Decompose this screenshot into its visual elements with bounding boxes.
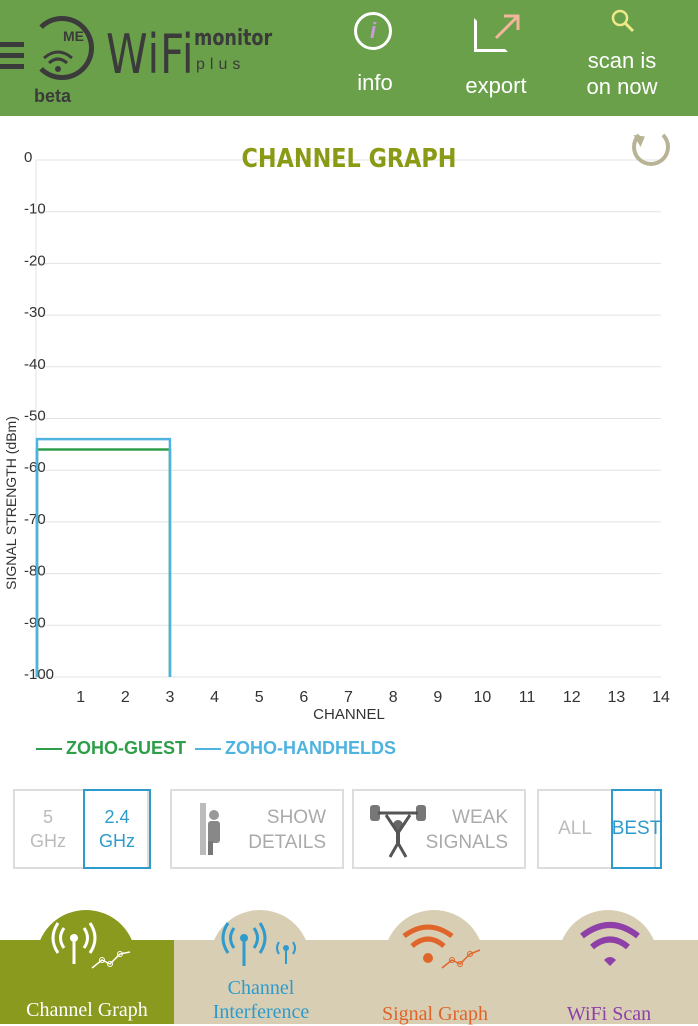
legend-swatch-guest xyxy=(36,748,62,751)
logo-monitor: monitor xyxy=(194,26,273,51)
x-tick-label: 10 xyxy=(474,689,492,706)
x-tick-label: 8 xyxy=(389,689,398,706)
menu-icon[interactable] xyxy=(0,42,24,72)
y-tick-label: -40 xyxy=(24,356,46,373)
y-tick-labels: 0 -10 -20 -30 -40 -50 -60 -70 -80 -90 -100 xyxy=(24,149,54,683)
search-icon xyxy=(611,9,635,33)
x-tick-label: 9 xyxy=(433,689,442,706)
x-tick-label: 6 xyxy=(299,689,308,706)
y-axis-label: SIGNAL STRENGTH (dBm) xyxy=(3,416,19,590)
scan-button[interactable]: scan is on now xyxy=(570,0,674,116)
interference-icon xyxy=(221,922,296,966)
y-tick-label: -30 xyxy=(24,304,46,321)
y-tick-label: 0 xyxy=(24,149,32,166)
y-tick-label: -90 xyxy=(24,614,46,631)
logo-wifi: WiFi xyxy=(106,23,195,86)
y-tick-label: -20 xyxy=(24,252,46,269)
x-tick-label: 13 xyxy=(607,689,625,706)
y-tick-label: -60 xyxy=(24,459,46,476)
weightlifter-icon xyxy=(370,805,426,858)
y-tick-label: -80 xyxy=(24,563,46,580)
chart-series xyxy=(35,437,172,677)
info-label: info xyxy=(357,70,393,95)
band-24ghz-button[interactable]: 2.4 GHz xyxy=(83,789,151,869)
weak-signals-label: WEAK SIGNALS xyxy=(425,807,508,853)
series-zoho-handhelds xyxy=(35,437,172,677)
legend-guest: ZOHO-GUEST xyxy=(66,738,186,758)
show-details-button[interactable]: SHOW DETAILS xyxy=(170,789,344,869)
tab-wifi-scan-label: WiFi Scan xyxy=(566,1003,652,1025)
signal-graph-icon xyxy=(402,924,481,969)
chart-title: CHANNEL GRAPH xyxy=(241,142,456,173)
x-tick-labels: 1 2 3 4 5 6 7 8 9 10 11 12 13 14 xyxy=(76,689,670,706)
y-tick-label: -70 xyxy=(24,511,46,528)
band-5ghz-button[interactable]: 5 GHz xyxy=(15,791,81,867)
band-selector: 5 GHz 2.4 GHz xyxy=(13,789,151,869)
x-tick-label: 2 xyxy=(121,689,130,706)
x-tick-label: 1 xyxy=(76,689,85,706)
x-tick-label: 5 xyxy=(255,689,264,706)
info-icon: i xyxy=(354,12,392,50)
x-axis-label: CHANNEL xyxy=(313,706,385,723)
y-tick-label: -100 xyxy=(24,666,54,683)
show-details-label: SHOW DETAILS xyxy=(248,807,326,853)
export-button[interactable]: export xyxy=(456,0,536,116)
antenna-icon xyxy=(51,922,131,969)
legend-swatch-handhelds xyxy=(195,748,222,751)
weak-signals-button[interactable]: WEAK SIGNALS xyxy=(352,789,526,869)
chart-legend: ZOHO-GUEST ZOHO-HANDHELDS xyxy=(36,738,396,759)
tab-signal-graph-label: Signal Graph xyxy=(381,1003,489,1025)
wifi-scan-icon xyxy=(580,922,640,966)
export-label: export xyxy=(465,73,527,98)
x-tick-label: 11 xyxy=(519,689,536,706)
x-tick-label: 3 xyxy=(165,689,174,706)
all-button[interactable]: ALL xyxy=(539,791,611,867)
tab-channel-graph-label: Channel Graph xyxy=(26,999,148,1021)
info-button[interactable]: i info xyxy=(340,0,410,116)
y-tick-label: -50 xyxy=(24,408,46,425)
channel-graph-chart: 0-10-20-30-40-50-60-70-80-90-100 1234567… xyxy=(3,142,670,723)
logo-beta: beta xyxy=(34,86,72,106)
scan-label-line2: on now xyxy=(586,74,658,99)
x-tick-label: 12 xyxy=(563,689,581,706)
x-tick-label: 4 xyxy=(210,689,219,706)
y-tick-label: -10 xyxy=(24,201,46,218)
export-arrow-icon xyxy=(494,14,520,40)
chart-grid xyxy=(35,159,661,678)
best-button[interactable]: BEST xyxy=(611,789,662,869)
x-tick-label: 7 xyxy=(344,689,353,706)
person-behind-wall-icon xyxy=(200,803,220,855)
logo-plus: plus xyxy=(196,56,246,73)
legend-handhelds: ZOHO-HANDHELDS xyxy=(225,738,397,758)
scan-label-line1: scan is xyxy=(587,48,657,73)
x-tick-label: 14 xyxy=(652,689,670,706)
wifi-logo-icon xyxy=(43,50,73,72)
logo-me-text: ME xyxy=(63,28,84,44)
scan-label: scan is on now xyxy=(570,48,674,100)
series-zoho-guest xyxy=(35,448,172,677)
app-header: ME beta WiFi monitor plus i info export … xyxy=(0,0,698,116)
refresh-icon[interactable] xyxy=(632,128,670,166)
all-best-selector: ALL BEST xyxy=(537,789,662,869)
tab-channel-interference-label: Channel Interference xyxy=(212,977,310,1023)
